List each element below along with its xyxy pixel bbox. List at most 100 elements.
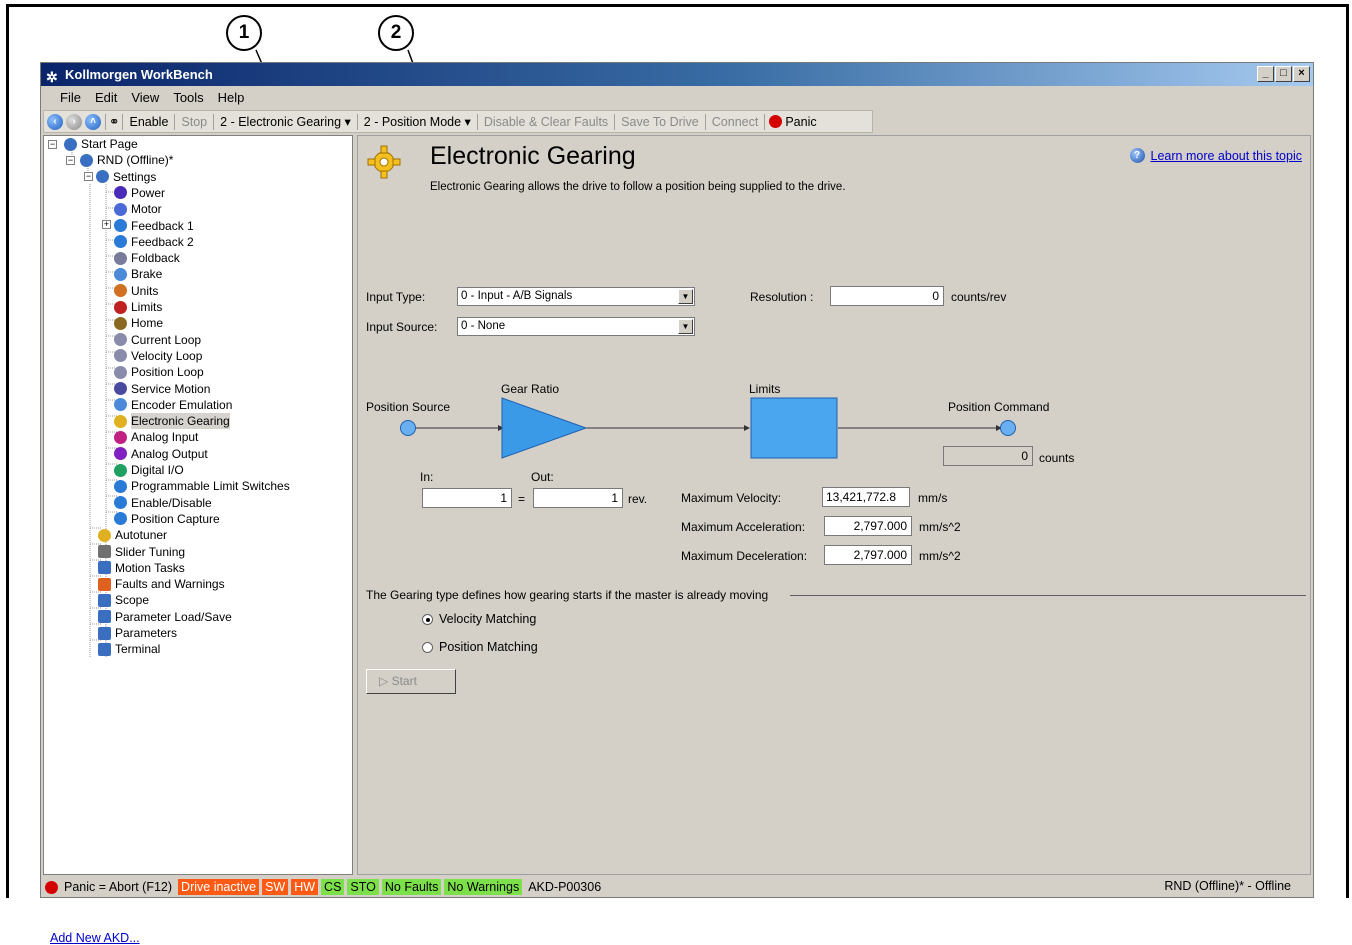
tree-item-label: Limits bbox=[131, 300, 163, 314]
max-acceleration-input[interactable]: 2,797.000 bbox=[824, 516, 912, 536]
tree-item[interactable]: RND (Offline)* bbox=[80, 152, 173, 168]
gear-ratio-label: Gear Ratio bbox=[501, 382, 560, 396]
menu-tools[interactable]: Tools bbox=[166, 87, 210, 109]
position-command-label: Position Command bbox=[948, 400, 1050, 414]
start-button[interactable]: ▷ Start bbox=[366, 669, 456, 694]
minimize-button[interactable]: _ bbox=[1257, 66, 1274, 82]
drive-model: AKD-P00306 bbox=[528, 880, 602, 894]
command-source-dropdown[interactable]: 2 - Position Mode ▾ bbox=[358, 114, 477, 129]
tree-item[interactable]: Brake bbox=[114, 266, 162, 282]
max-velocity-input[interactable]: 13,421,772.8 bbox=[822, 487, 910, 507]
tree-item[interactable]: Enable/Disable bbox=[114, 495, 212, 511]
tree-item[interactable]: Motor bbox=[114, 201, 162, 217]
service-motion-icon bbox=[114, 382, 127, 395]
position-loop-icon bbox=[114, 365, 127, 379]
tree-item[interactable]: Position Loop bbox=[114, 364, 204, 380]
encoder-emulation-icon bbox=[114, 398, 127, 412]
tree-item[interactable]: Feedback 2 bbox=[114, 234, 194, 250]
radio-button[interactable] bbox=[422, 641, 433, 653]
tree-item-label: Encoder Emulation bbox=[131, 397, 233, 412]
tree-item[interactable]: Power bbox=[114, 185, 165, 201]
stop-button[interactable]: Stop bbox=[175, 115, 213, 129]
enable-button[interactable]: Enable bbox=[123, 115, 174, 129]
connect-button[interactable]: Connect bbox=[706, 115, 765, 129]
tree-item-label: Analog Output bbox=[131, 446, 208, 461]
tree-item[interactable]: Scope bbox=[98, 592, 149, 608]
tree-item[interactable]: Settings bbox=[96, 169, 156, 185]
tree-item[interactable]: Analog Output bbox=[114, 446, 208, 462]
panic-button[interactable]: Panic bbox=[765, 115, 822, 129]
tree-item[interactable]: Start Page bbox=[64, 136, 138, 152]
velocity-matching-option[interactable]: Velocity Matching bbox=[422, 612, 536, 626]
position-matching-option[interactable]: Position Matching bbox=[422, 640, 538, 654]
tree-collapse-toggle[interactable]: − bbox=[84, 172, 93, 181]
tree-collapse-toggle[interactable]: − bbox=[48, 140, 57, 149]
tree-item[interactable]: Slider Tuning bbox=[98, 544, 185, 560]
gear-in-input[interactable]: 1 bbox=[422, 488, 512, 508]
tree-item[interactable]: Encoder Emulation bbox=[114, 397, 232, 413]
tree-item[interactable]: Analog Input bbox=[114, 429, 198, 445]
tree-expand-toggle[interactable]: + bbox=[102, 220, 111, 229]
save-to-drive-button[interactable]: Save To Drive bbox=[615, 115, 705, 129]
position-command-value: 0 bbox=[943, 446, 1033, 466]
tree-item[interactable]: Velocity Loop bbox=[114, 348, 202, 364]
tree-item[interactable]: Current Loop bbox=[114, 332, 201, 348]
menu-file[interactable]: File bbox=[53, 87, 88, 109]
tree-item[interactable]: Parameters bbox=[98, 625, 177, 641]
close-button[interactable]: × bbox=[1293, 66, 1310, 82]
add-new-akd-link[interactable]: Add New AKD... bbox=[50, 931, 140, 945]
back-icon[interactable]: ‹ bbox=[47, 113, 63, 130]
tree-item-label: Programmable Limit Switches bbox=[131, 479, 290, 494]
play-icon: ▷ bbox=[379, 674, 389, 688]
menu-help[interactable]: Help bbox=[211, 87, 252, 109]
disable-clear-faults-button[interactable]: Disable & Clear Faults bbox=[478, 115, 614, 129]
tree-item[interactable]: Foldback bbox=[114, 250, 180, 266]
tree-item[interactable]: Home bbox=[114, 315, 163, 331]
menu-edit[interactable]: Edit bbox=[88, 87, 124, 109]
max-velocity-unit: mm/s bbox=[918, 491, 948, 505]
radio-button-selected[interactable] bbox=[422, 613, 433, 625]
tree-collapse-toggle[interactable]: − bbox=[66, 156, 75, 165]
start-page-icon bbox=[64, 137, 77, 151]
home-icon bbox=[114, 316, 127, 330]
link-icon[interactable]: ⚭ bbox=[106, 114, 122, 129]
tree-item[interactable]: Digital I/O bbox=[114, 462, 184, 478]
tree-item[interactable]: Terminal bbox=[98, 641, 160, 657]
terminal-icon bbox=[98, 642, 111, 656]
forward-icon[interactable]: › bbox=[66, 113, 82, 130]
electronic-gearing-icon bbox=[114, 414, 127, 428]
tree-item-label: Electronic Gearing bbox=[131, 413, 230, 430]
group-divider bbox=[790, 595, 1306, 596]
sw-badge: SW bbox=[262, 879, 289, 895]
tree-item[interactable]: Units bbox=[114, 283, 158, 299]
tree-item-label: Analog Input bbox=[131, 430, 199, 445]
tree-item[interactable]: Motion Tasks bbox=[98, 560, 185, 576]
tree-item[interactable]: Feedback 1 bbox=[114, 218, 194, 234]
panic-icon bbox=[769, 115, 783, 128]
feedback-icon bbox=[114, 235, 127, 249]
maximize-button[interactable]: □ bbox=[1275, 66, 1292, 82]
save-icon bbox=[98, 610, 111, 624]
tree-item[interactable]: Position Capture bbox=[114, 511, 220, 527]
menu-view[interactable]: View bbox=[124, 87, 166, 109]
tree-item[interactable]: Autotuner bbox=[98, 527, 167, 543]
max-deceleration-input[interactable]: 2,797.000 bbox=[824, 545, 912, 565]
tree-item[interactable]: Limits bbox=[114, 299, 162, 315]
operation-mode-dropdown[interactable]: 2 - Electronic Gearing ▾ bbox=[214, 114, 357, 129]
tree-item[interactable]: Service Motion bbox=[114, 381, 210, 397]
tree-item-label: Units bbox=[131, 283, 159, 298]
gear-out-input[interactable]: 1 bbox=[533, 488, 623, 508]
tree-item-label: Power bbox=[131, 185, 166, 200]
tree-item[interactable]: Electronic Gearing bbox=[114, 413, 230, 430]
tree-item-label: Parameter Load/Save bbox=[115, 609, 232, 624]
tree-item[interactable]: Programmable Limit Switches bbox=[114, 478, 290, 494]
tree-item[interactable]: Faults and Warnings bbox=[98, 576, 225, 592]
position-matching-label: Position Matching bbox=[439, 640, 538, 654]
max-deceleration-label: Maximum Deceleration: bbox=[681, 549, 808, 563]
status-bar: Panic = Abort (F12) Drive inactive SW HW… bbox=[41, 877, 1313, 897]
max-deceleration-unit: mm/s^2 bbox=[919, 549, 961, 563]
tree-item[interactable]: Parameter Load/Save bbox=[98, 609, 232, 625]
no-faults-badge: No Faults bbox=[381, 879, 442, 895]
tree-item-label: Home bbox=[131, 316, 164, 331]
up-icon[interactable]: ˄ bbox=[85, 113, 101, 130]
